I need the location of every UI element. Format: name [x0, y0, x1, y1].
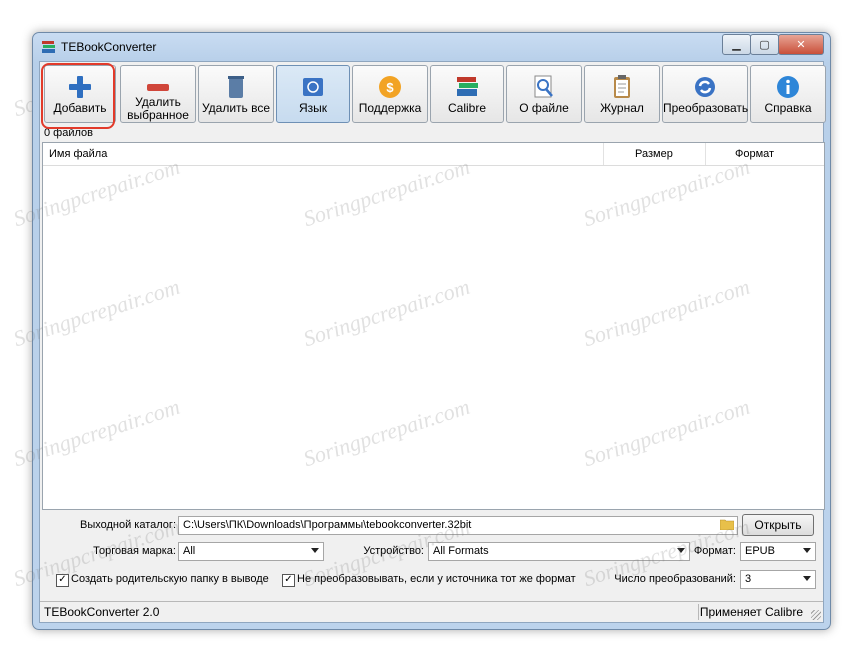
conversions-select[interactable]: 3: [740, 570, 816, 589]
brand-label: Торговая марка:: [93, 545, 176, 557]
brand-select-value: All: [183, 545, 196, 557]
convert-label: Преобразовать: [663, 101, 749, 115]
column-header-size[interactable]: Размер: [635, 148, 673, 160]
svg-text:$: $: [386, 80, 394, 95]
status-engine: Применяет Calibre: [699, 605, 803, 619]
support-label: Поддержка: [358, 101, 422, 115]
checkmark-icon: ✓: [58, 574, 67, 585]
remove-selected-label: Удалить выбранное: [127, 95, 189, 122]
create-parent-folder-label[interactable]: Создать родительскую папку в выводе: [71, 573, 269, 585]
toolbar: Добавить Удалить выбранное Удалить все Я…: [42, 65, 826, 125]
log-button[interactable]: Журнал: [584, 65, 660, 123]
format-select[interactable]: EPUB: [740, 542, 816, 561]
books-app-icon: [42, 41, 55, 53]
trash-icon: [228, 76, 244, 98]
maximize-button[interactable]: ▢: [750, 34, 779, 55]
skip-same-format-label[interactable]: Не преобразовывать, если у источника тот…: [297, 573, 576, 585]
info-icon: [777, 76, 799, 98]
close-icon: ✕: [796, 39, 806, 51]
minimize-button[interactable]: ▁: [722, 34, 751, 55]
maximize-icon: ▢: [759, 39, 770, 51]
conversions-select-value: 3: [745, 573, 752, 585]
conversions-label: Число преобразований:: [614, 573, 736, 585]
chevron-down-icon: [803, 576, 811, 581]
chevron-down-icon: [677, 548, 685, 553]
language-label: Язык: [298, 101, 328, 115]
open-button[interactable]: Открыть: [742, 514, 814, 536]
books-icon: [457, 77, 478, 96]
remove-all-label: Удалить все: [201, 101, 271, 115]
chevron-down-icon: [311, 548, 319, 553]
magnifier-file-icon: [534, 75, 553, 98]
device-select-value: All Formats: [433, 545, 489, 557]
calibre-label: Calibre: [447, 101, 486, 115]
calibre-button[interactable]: Calibre: [430, 65, 504, 123]
convert-button[interactable]: Преобразовать: [662, 65, 748, 123]
column-separator[interactable]: [603, 143, 604, 165]
log-label: Журнал: [600, 101, 644, 115]
brand-select[interactable]: All: [178, 542, 324, 561]
format-label: Формат:: [693, 545, 736, 557]
help-button[interactable]: Справка: [750, 65, 826, 123]
file-list[interactable]: Имя файла Размер Формат: [42, 142, 825, 510]
close-button[interactable]: ✕: [778, 34, 824, 55]
folder-icon[interactable]: [720, 518, 734, 530]
title-bar[interactable]: TEBookConverter ▁ ▢ ✕: [33, 33, 830, 59]
file-info-label: О файле: [519, 101, 569, 115]
support-button[interactable]: $ Поддержка: [352, 65, 428, 123]
resize-grip[interactable]: [811, 610, 821, 620]
app-window: TEBookConverter ▁ ▢ ✕ Добавить Удалить в…: [32, 32, 831, 630]
device-label: Устройство:: [363, 545, 424, 557]
output-dir-label: Выходной каталог:: [80, 519, 176, 531]
output-dir-field[interactable]: C:\Users\ПК\Downloads\Программы\tebookco…: [178, 516, 738, 535]
language-button[interactable]: Язык: [276, 65, 350, 123]
globe-flag-icon: [303, 78, 323, 96]
window-title: TEBookConverter: [61, 40, 157, 54]
remove-all-button[interactable]: Удалить все: [198, 65, 274, 123]
create-parent-folder-checkbox[interactable]: ✓: [56, 574, 69, 587]
checkmark-icon: ✓: [284, 574, 293, 585]
remove-selected-button[interactable]: Удалить выбранное: [120, 65, 196, 123]
column-header-format[interactable]: Формат: [735, 148, 774, 160]
column-header-filename[interactable]: Имя файла: [49, 148, 107, 160]
file-info-button[interactable]: О файле: [506, 65, 582, 123]
file-list-header: Имя файла Размер Формат: [43, 143, 824, 166]
status-bar: TEBookConverter 2.0 Применяет Calibre: [40, 601, 823, 622]
client-area: Добавить Удалить выбранное Удалить все Я…: [39, 61, 826, 623]
clipboard-log-icon: [614, 75, 630, 98]
format-select-value: EPUB: [745, 545, 775, 557]
minimize-icon: ▁: [732, 39, 741, 51]
settings-panel: Выходной каталог: C:\Users\ПК\Downloads\…: [42, 513, 825, 597]
device-select[interactable]: All Formats: [428, 542, 690, 561]
status-version: TEBookConverter 2.0: [44, 605, 160, 619]
column-separator[interactable]: [705, 143, 706, 165]
highlight-frame: [41, 63, 115, 129]
skip-same-format-checkbox[interactable]: ✓: [282, 574, 295, 587]
chevron-down-icon: [803, 548, 811, 553]
convert-arrows-icon: [695, 77, 715, 97]
coin-support-icon: $: [379, 76, 401, 98]
help-label: Справка: [764, 101, 812, 115]
